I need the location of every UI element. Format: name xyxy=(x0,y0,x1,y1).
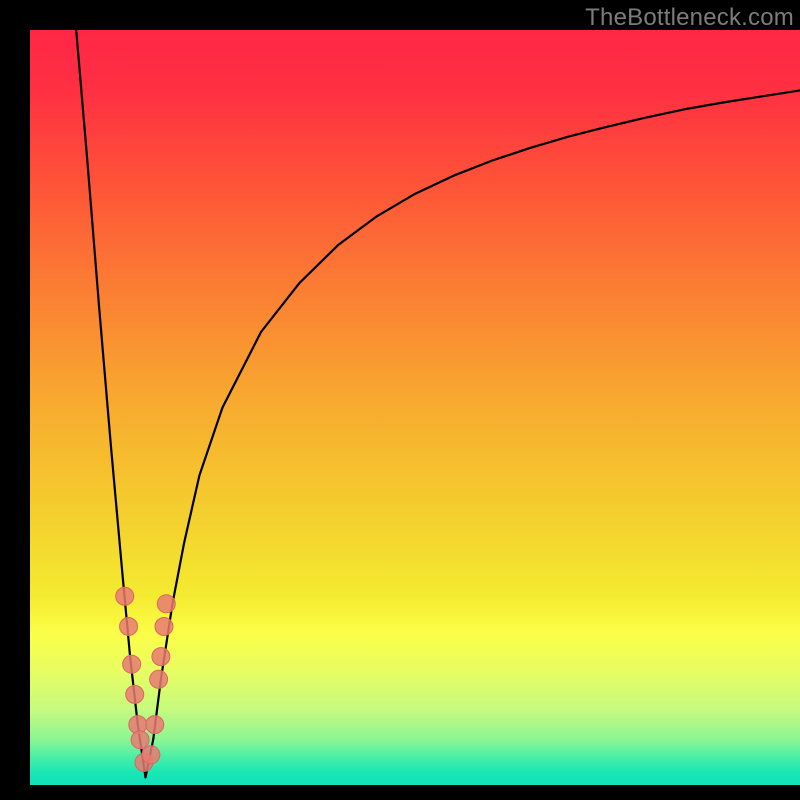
bottleneck-curve xyxy=(76,30,800,777)
data-dot xyxy=(131,731,149,749)
data-dot xyxy=(152,648,170,666)
data-dot xyxy=(142,746,160,764)
data-dot xyxy=(116,587,134,605)
data-dots xyxy=(116,587,176,771)
plot-area xyxy=(30,30,800,785)
data-dot xyxy=(157,595,175,613)
data-dot xyxy=(123,655,141,673)
chart-stage: TheBottleneck.com xyxy=(0,0,800,800)
watermark-text: TheBottleneck.com xyxy=(585,4,794,32)
data-dot xyxy=(155,617,173,635)
data-dot xyxy=(150,670,168,688)
data-dot xyxy=(126,685,144,703)
data-dot xyxy=(146,716,164,734)
curve-layer xyxy=(30,30,800,785)
data-dot xyxy=(120,617,138,635)
